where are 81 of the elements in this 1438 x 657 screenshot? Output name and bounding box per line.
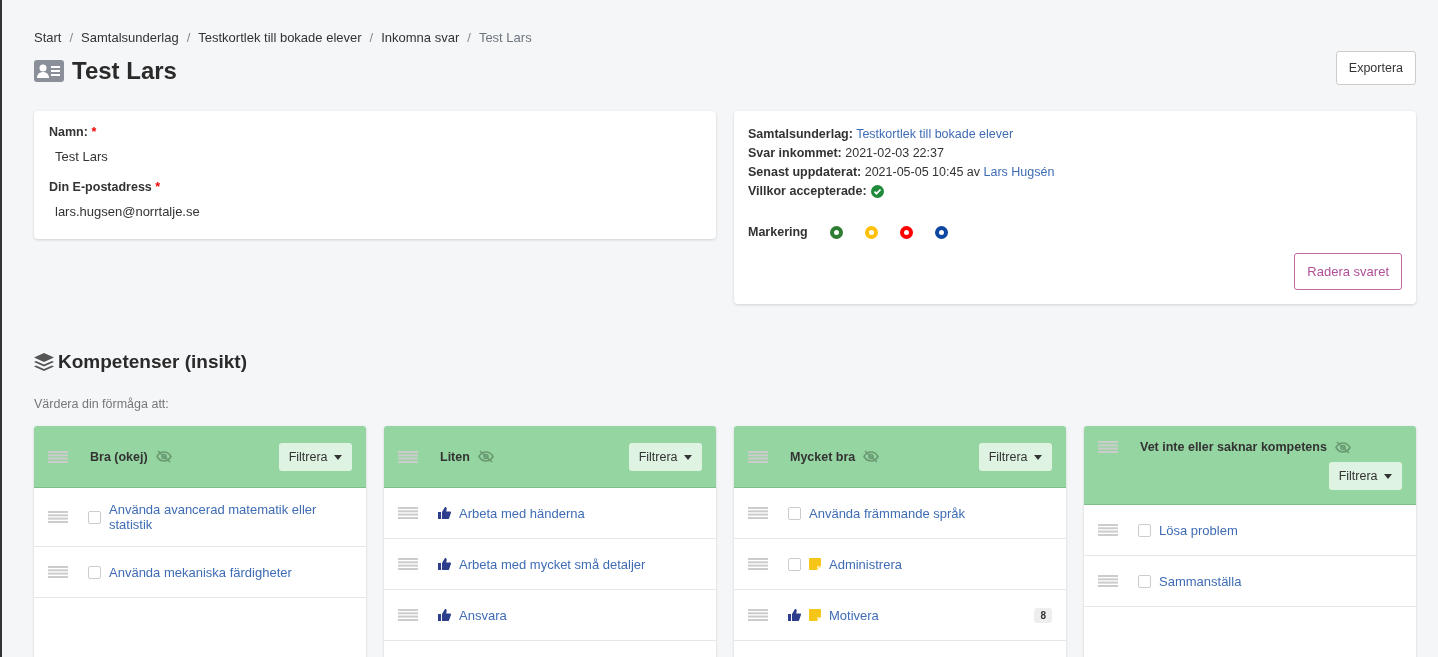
count-badge: 8 [1034,607,1052,623]
column-title: Vet inte eller saknar kompetens [1140,440,1327,454]
info-link[interactable]: Lars Hugsén [983,165,1055,179]
thumbs-up-icon[interactable] [438,507,451,519]
filter-dropdown[interactable]: Filtrera [1328,462,1402,490]
thumbs-up-icon[interactable] [438,558,451,570]
drag-handle-icon[interactable] [48,450,68,463]
breadcrumb-separator: / [467,30,471,45]
delete-answer-button[interactable]: Radera svaret [1294,253,1402,290]
info-link[interactable]: Testkortlek till bokade elever [856,127,1014,141]
caret-icon [334,454,342,460]
eye-slash-icon[interactable] [155,450,172,463]
drag-handle-icon[interactable] [748,507,768,519]
breadcrumb-link[interactable]: Testkortlek till bokade elever [198,30,362,45]
info-line: Senast uppdaterat: 2021-05-05 10:45 av Lars Hugsén [748,164,1056,181]
competence-link[interactable]: Arbeta med mycket små detaljer [459,556,702,572]
breadcrumb-separator: / [69,30,74,45]
field-value: lars.hugsen@norrtalje.se [54,203,201,221]
drag-handle-icon[interactable] [48,566,68,578]
filter-dropdown[interactable]: Filtrera [628,442,702,471]
id-card-icon [34,60,64,82]
eye-slash-icon[interactable] [477,450,494,463]
competence-link[interactable]: Ansvara [459,607,702,623]
checkbox[interactable] [88,565,101,579]
competence-link[interactable]: Administrera [829,556,1052,572]
checkbox[interactable] [1138,523,1151,537]
checkbox[interactable] [1138,574,1151,588]
competence-link[interactable]: Använda mekaniska färdigheter [109,564,352,580]
competence-link[interactable]: Sammanställa [1159,573,1402,589]
checkbox[interactable] [88,510,101,524]
drag-handle-icon[interactable] [48,511,68,523]
marking-label: Markering [748,224,808,241]
drag-handle-icon[interactable] [398,609,418,621]
filter-dropdown[interactable]: Filtrera [278,442,352,471]
terms-label: Villkor accepterade: [748,183,867,200]
drag-handle-icon[interactable] [398,507,418,519]
caret-icon [1384,474,1392,480]
caret-icon [1034,454,1042,460]
column-title: Bra (okej) [90,449,148,464]
breadcrumb-link[interactable]: Start [34,30,62,45]
drag-handle-icon[interactable] [398,558,418,570]
column-title: Liten [440,449,470,464]
info-line: Svar inkommet: 2021-02-03 22:37 [748,145,945,162]
competence-link[interactable]: Arbeta med händerna [459,505,702,521]
eye-slash-icon[interactable] [863,450,880,463]
column-title: Mycket bra [790,449,856,464]
competence-link[interactable]: Lösa problem [1159,522,1402,538]
field-label: Din E-postadress * [49,180,162,194]
breadcrumb-link[interactable]: Inkomna svar [381,30,460,45]
field-value: Test Lars [54,148,109,166]
export-button[interactable]: Exportera [1335,51,1416,85]
breadcrumb-link[interactable]: Samtalsunderlag [81,30,179,45]
caret-icon [684,454,692,460]
drag-handle-icon[interactable] [1098,575,1118,587]
section-title: Kompetenser (insikt) [58,351,247,373]
drag-handle-icon[interactable] [1098,524,1118,536]
competence-link[interactable]: Motivera [829,607,1027,623]
drag-handle-icon[interactable] [398,450,418,463]
marker-dot[interactable] [934,226,948,239]
drag-handle-icon[interactable] [748,558,768,570]
drag-handle-icon[interactable] [748,609,768,621]
thumbs-up-icon[interactable] [788,609,801,621]
layers-icon [34,353,54,371]
info-line: Samtalsunderlag: Testkortlek till bokade elever [748,126,1015,143]
field-label: Namn: * [49,125,98,139]
thumbs-up-icon[interactable] [438,609,451,621]
marker-dot[interactable] [829,226,843,239]
checkbox[interactable] [788,557,801,571]
drag-handle-icon[interactable] [1098,441,1118,453]
breadcrumb-current: Test Lars [478,30,532,45]
section-subtitle: Värdera din förmåga att: [34,397,170,411]
filter-dropdown[interactable]: Filtrera [978,442,1052,471]
breadcrumb-separator: / [369,30,374,45]
breadcrumb-separator: / [186,30,191,45]
competence-link[interactable]: Använda avancerad matematik eller statistik [109,502,352,532]
competence-link[interactable]: Använda främmande språk [809,505,1052,521]
drag-handle-icon[interactable] [748,450,768,463]
page-title: Test Lars [72,57,177,85]
marker-dot[interactable] [899,226,913,239]
eye-slash-icon[interactable] [1334,440,1351,454]
checkbox[interactable] [788,506,801,520]
